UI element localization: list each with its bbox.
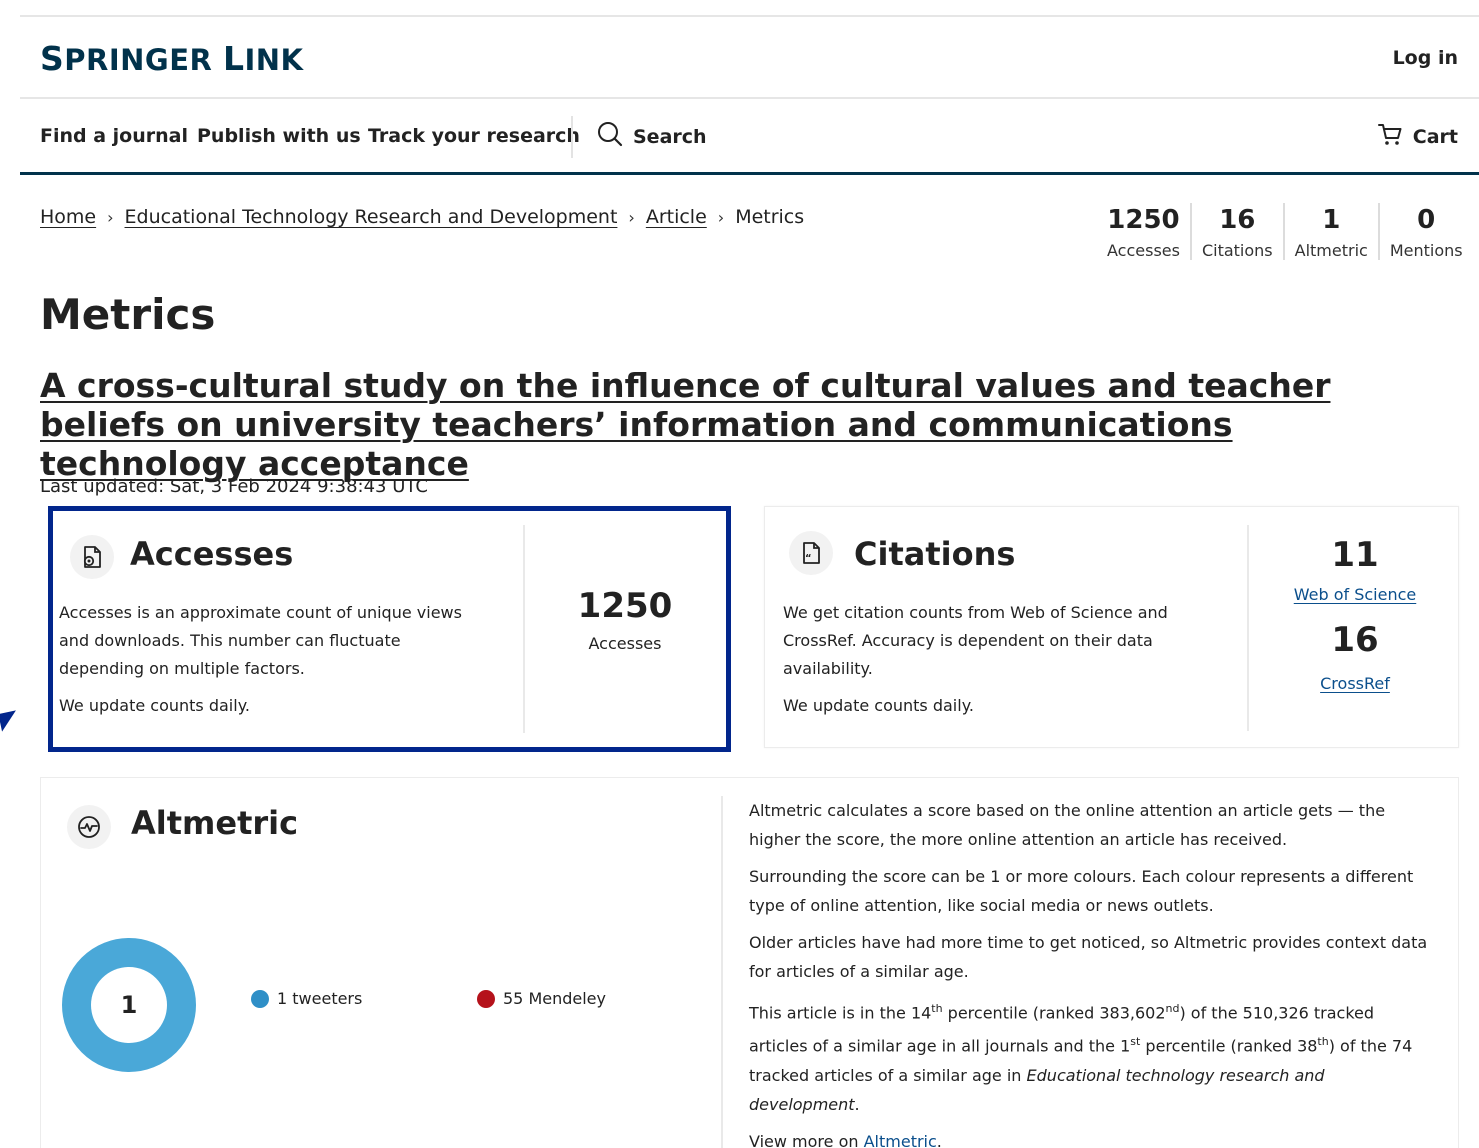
stat-value: 16 [1219,205,1256,235]
twitter-dot-icon [251,989,269,1008]
accesses-card: Accesses Accesses is an approximate coun… [48,506,731,752]
accesses-description-block: Accesses is an approximate count of uniq… [59,599,479,720]
altmetric-para-1: Altmetric calculates a score based on th… [749,801,1386,849]
citations-update-note: We update counts daily. [783,696,974,715]
svg-text:“: “ [805,553,812,564]
mendeley-dot-icon [477,989,495,1008]
altmetric-title: Altmetric [131,804,299,842]
citations-description-block: We get citation counts from Web of Scien… [783,599,1223,720]
breadcrumb-article[interactable]: Article [646,206,707,228]
stat-altmetric[interactable]: 1 Altmetric [1282,203,1378,260]
stat-label: Altmetric [1294,241,1368,260]
cart-label: Cart [1412,125,1458,148]
citations-sources: 11 Web of Science 16 CrossRef [1250,535,1460,693]
accesses-value-label: Accesses [588,634,662,653]
breadcrumb-current: Metrics [735,206,805,228]
search-button[interactable]: Search [597,121,707,152]
pointer-arrow-icon [0,710,20,732]
accesses-update-note: We update counts daily. [59,696,250,715]
article-title-link[interactable]: A cross-cultural study on the influence … [40,366,1450,483]
nav-border [20,172,1479,175]
altmetric-view-more: View more on Altmetric. [749,1127,1429,1148]
summary-stats: 1250 Accesses 16 Citations 1 Altmetric 0… [1097,203,1473,260]
search-icon [597,121,623,152]
altmetric-donut[interactable]: 1 [60,936,198,1074]
breadcrumb-home[interactable]: Home [40,206,96,228]
stat-value: 1 [1322,205,1341,235]
chevron-right-icon: › [107,207,114,227]
stat-label: Mentions [1389,241,1463,260]
citations-icon: “ [789,531,833,575]
altmetric-divider [721,796,723,1148]
legend-tweeters-label: 1 tweeters [277,989,363,1008]
main-nav: Find a journal Publish with us Track you… [0,99,1479,173]
altmetric-score: 1 [120,991,138,1019]
citations-divider [1247,525,1249,731]
altmetric-card: Altmetric 1 1 tweeters 55 Mendeley Altme… [40,777,1459,1148]
chevron-right-icon: › [717,207,725,227]
page-title: Metrics [40,290,216,339]
citations-description: We get citation counts from Web of Scien… [783,603,1168,678]
altmetric-icon [67,805,111,849]
altmetric-para-4: This article is in the 14th percentile (… [749,1002,1413,1114]
cart-icon [1377,121,1403,152]
citations-title: Citations [854,535,1016,573]
accesses-icon [70,535,114,579]
cart-button[interactable]: Cart [1377,121,1458,152]
stat-mentions[interactable]: 0 Mentions [1377,203,1473,260]
crossref-count: 16 [1331,620,1379,660]
altmetric-explanation: Altmetric calculates a score based on th… [749,796,1429,1148]
site-header: SPRINGER LINK Log in [0,17,1479,97]
crossref-link[interactable]: CrossRef [1250,674,1460,693]
stat-value: 1250 [1107,205,1180,235]
wos-count: 11 [1331,535,1379,575]
stat-value: 0 [1417,205,1436,235]
stat-accesses[interactable]: 1250 Accesses [1097,203,1190,260]
legend-mendeley-label: 55 Mendeley [503,989,606,1008]
breadcrumb: Home › Educational Technology Research a… [40,206,804,228]
stat-citations[interactable]: 16 Citations [1189,203,1283,260]
accesses-title: Accesses [130,535,294,573]
legend-mendeley: 55 Mendeley [477,989,606,1008]
accesses-description: Accesses is an approximate count of uniq… [59,603,462,678]
web-of-science-link[interactable]: Web of Science [1250,585,1460,604]
chevron-right-icon: › [628,207,635,227]
altmetric-link[interactable]: Altmetric [864,1132,937,1148]
accesses-value: 1250 [577,586,673,626]
stat-label: Accesses [1107,241,1180,260]
stat-label: Citations [1201,241,1273,260]
springer-link-logo[interactable]: SPRINGER LINK [40,39,304,78]
breadcrumb-journal[interactable]: Educational Technology Research and Deve… [125,206,618,228]
legend-tweeters: 1 tweeters [251,989,362,1008]
search-label: Search [633,125,707,148]
altmetric-para-3: Older articles have had more time to get… [749,933,1428,981]
nav-find-journal[interactable]: Find a journal [40,125,188,147]
citations-card: “ Citations We get citation counts from … [764,506,1459,748]
nav-separator [571,116,573,158]
last-updated: Last updated: Sat, 3 Feb 2024 9:38:43 UT… [40,476,428,497]
nav-publish-with-us[interactable]: Publish with us [197,125,361,147]
nav-track-research[interactable]: Track your research [368,125,580,147]
login-link[interactable]: Log in [1393,47,1458,69]
altmetric-para-2: Surrounding the score can be 1 or more c… [749,867,1414,915]
accesses-count: 1250 Accesses [525,586,725,653]
